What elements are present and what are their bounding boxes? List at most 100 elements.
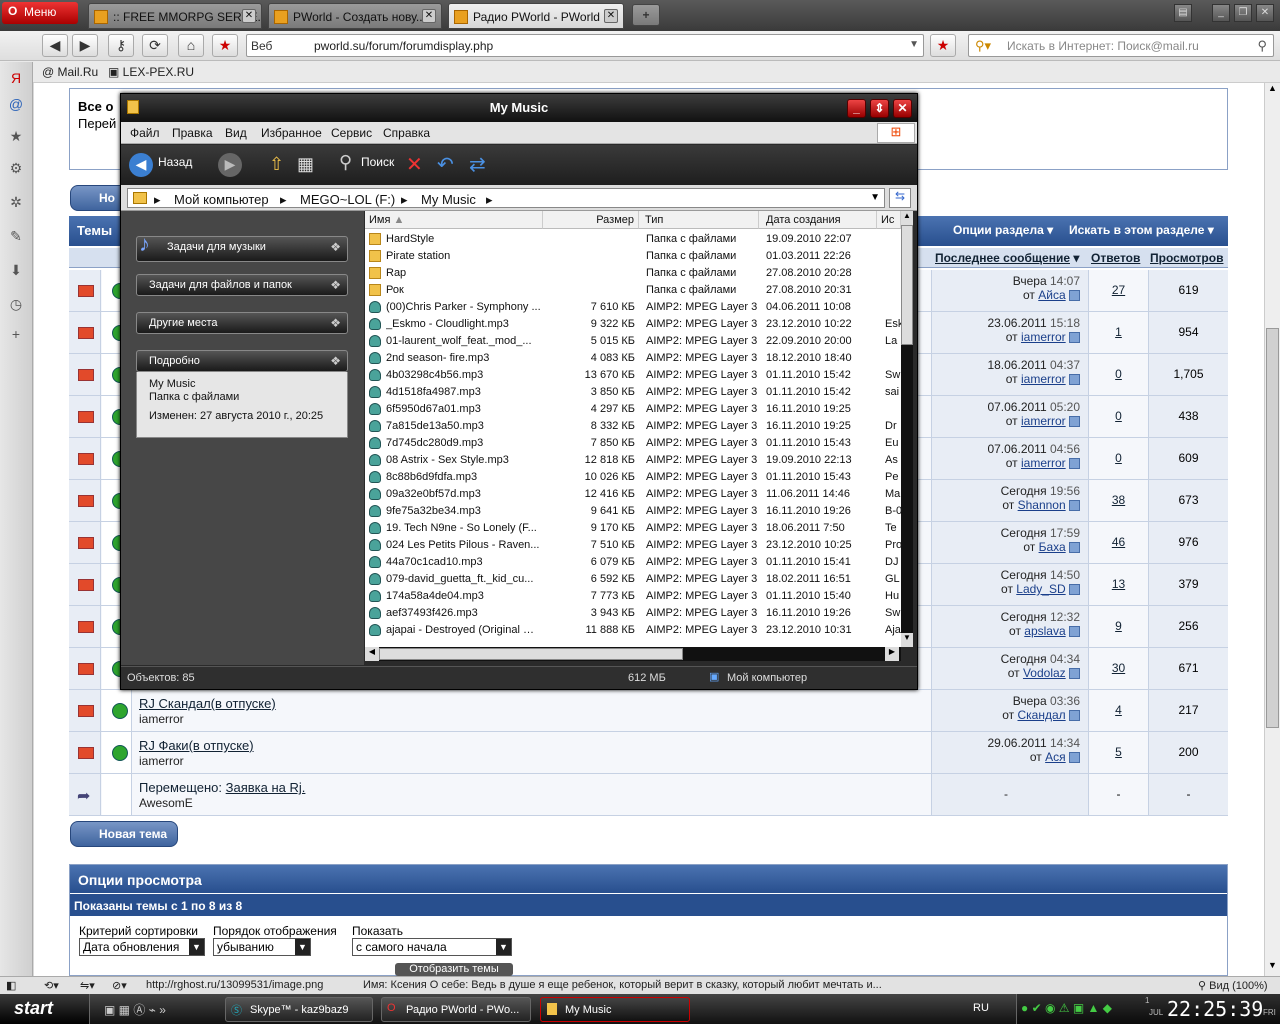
path-dropdown-icon[interactable]: ▼ [870, 192, 880, 203]
replies-link[interactable]: 1 [1115, 325, 1122, 339]
show-select[interactable]: с самого начала ▼ [352, 938, 512, 956]
menu-tools[interactable]: Сервис [331, 126, 372, 140]
minimize-icon[interactable]: _ [847, 99, 866, 118]
last-poster-link[interactable]: Скандал [1017, 708, 1065, 722]
last-poster-link[interactable]: iamerror [1021, 414, 1066, 428]
file-row[interactable]: HardStyle Папка с файлами 19.09.2010 22:07 [365, 231, 901, 248]
last-poster-link[interactable]: Баха [1039, 540, 1066, 554]
go-to-post-icon[interactable] [1069, 752, 1080, 764]
replies-link[interactable]: 13 [1112, 577, 1125, 591]
hscroll-thumb[interactable] [379, 648, 683, 660]
task-details[interactable]: Подробно [136, 350, 348, 372]
search-icon[interactable]: ⚲ [1257, 38, 1267, 54]
moved-thread-link[interactable]: Заявка на Rj. [226, 780, 306, 795]
widgets-icon[interactable]: ⚙ [7, 160, 25, 178]
bookmarks-icon[interactable]: ★ [7, 128, 25, 146]
turbo-icon[interactable]: ⇋▾ [80, 979, 95, 992]
file-row[interactable]: 2nd season- fire.mp3 4 083 КБ AIMP2: MPEG … [365, 350, 901, 367]
task-files-folders[interactable]: Задачи для файлов и папок [136, 274, 348, 296]
file-row[interactable]: 08 Astrix - Sex Style.mp3 12 818 КБ AIMP2:… [365, 452, 901, 469]
file-row[interactable]: 44a70c1cad10.mp3 6 079 КБ AIMP2: MPEG Laye… [365, 554, 901, 571]
crumb-drive[interactable]: MEGO~LOL (F:) [300, 192, 395, 207]
go-to-post-icon[interactable] [1069, 332, 1080, 344]
sort-select[interactable]: Дата обновления ▼ [79, 938, 205, 956]
task-music[interactable]: ♪ Задачи для музыки [136, 231, 348, 262]
language-indicator[interactable]: RU [973, 1002, 989, 1014]
replies-link[interactable]: 4 [1115, 703, 1122, 717]
replies-link[interactable]: 38 [1112, 493, 1125, 507]
search-icon[interactable]: ⚲ [339, 152, 352, 173]
last-poster-link[interactable]: Айса [1038, 288, 1065, 302]
add-panel-icon[interactable]: + [7, 326, 25, 344]
replies-link[interactable]: 0 [1115, 367, 1122, 381]
panel-toggle-icon[interactable]: ◧ [6, 979, 16, 992]
replies-link[interactable]: 0 [1115, 409, 1122, 423]
tab-panel-icon[interactable]: ▤ [1174, 4, 1192, 22]
reload-button[interactable]: ⟳ [142, 34, 168, 57]
home-button[interactable]: ⌂ [178, 34, 204, 57]
file-row[interactable]: 8c88b6d9fdfa.mp3 10 026 КБ AIMP2: MPEG Lay… [365, 469, 901, 486]
last-poster-link[interactable]: Lady_SD [1016, 582, 1065, 596]
file-row[interactable]: 01-laurent_wolf_feat._mod_... 5 015 КБ AIM… [365, 333, 901, 350]
col-name[interactable]: Имя ▲ [365, 211, 543, 229]
go-to-post-icon[interactable] [1069, 290, 1080, 302]
url-field[interactable]: Веб pworld.su/forum/forumdisplay.php ▼ [246, 34, 924, 57]
thread-link[interactable]: RJ Факи(в отпуске) [139, 738, 254, 753]
file-row[interactable]: 6f5950d67a01.mp3 4 297 КБ AIMP2: MPEG Laye… [365, 401, 901, 418]
task-my-music[interactable]: My Music [540, 997, 690, 1022]
bookmark-icon[interactable]: ★ [212, 34, 238, 57]
file-row[interactable]: 7d745dc280d9.mp3 7 850 КБ AIMP2: MPEG Laye… [365, 435, 901, 452]
file-row[interactable]: Рок Папка с файлами 27.08.2010 20:31 [365, 282, 901, 299]
replies-link[interactable]: 0 [1115, 451, 1122, 465]
go-to-post-icon[interactable] [1069, 374, 1080, 386]
file-row[interactable]: 19. Tech N9ne - So Lonely (F... 9 170 КБ A… [365, 520, 901, 537]
delete-icon[interactable]: ✕ [406, 152, 423, 177]
replies-link[interactable]: 9 [1115, 619, 1122, 633]
close-icon[interactable]: ✕ [1256, 4, 1274, 22]
menu-edit[interactable]: Правка [172, 126, 213, 140]
file-list-hscrollbar[interactable]: ◀ ▶ [365, 647, 901, 661]
menu-favorites[interactable]: Избранное [261, 126, 322, 140]
file-row[interactable]: 174a58a4de04.mp3 7 773 КБ AIMP2: MPEG Laye… [365, 588, 901, 605]
dropdown-arrow-icon[interactable]: ▼ [189, 939, 204, 955]
maximize-icon[interactable]: ⇕ [870, 99, 889, 118]
tab-pworld-create[interactable]: PWorld - Создать нову... ✕ [268, 3, 442, 29]
file-row[interactable]: ajapai - Destroyed (Original M... 11 888 … [365, 622, 901, 639]
notes-icon[interactable]: ✎ [7, 228, 25, 246]
scroll-up-icon[interactable]: ▲ [1266, 83, 1279, 97]
col-replies-link[interactable]: Ответов [1091, 251, 1140, 265]
start-button[interactable]: start [0, 994, 90, 1024]
sync-icon[interactable]: ⇄ [469, 152, 486, 177]
close-icon[interactable]: ✕ [893, 99, 912, 118]
col-type[interactable]: Тип [639, 211, 759, 229]
close-tab-icon[interactable]: ✕ [604, 9, 618, 23]
undo-icon[interactable]: ↶ [437, 152, 454, 177]
last-poster-link[interactable]: apslava [1024, 624, 1065, 638]
last-poster-link[interactable]: iamerror [1021, 456, 1066, 470]
block-icon[interactable]: ⊘▾ [112, 979, 127, 992]
task-other-places[interactable]: Другие места [136, 312, 348, 334]
go-to-post-icon[interactable] [1069, 542, 1080, 554]
go-to-post-icon[interactable] [1069, 458, 1080, 470]
back-label[interactable]: Назад [158, 155, 192, 169]
file-row[interactable]: 09a32e0bf57d.mp3 12 416 КБ AIMP2: MPEG Lay… [365, 486, 901, 503]
mail-icon[interactable]: @ [7, 96, 25, 114]
scroll-up-icon[interactable]: ▲ [901, 211, 913, 225]
add-bookmark-icon[interactable]: ★ [930, 34, 956, 57]
new-tab-button[interactable]: + [632, 4, 660, 26]
file-row[interactable]: 024 Les Petits Pilous - Raven... 7 510 КБ… [365, 537, 901, 554]
menu-file[interactable]: Файл [130, 126, 160, 140]
task-opera[interactable]: O Радио PWorld - PWo... [381, 997, 531, 1022]
sync-icon[interactable]: ⟲▾ [44, 979, 59, 992]
new-thread-button[interactable]: Новая тема [70, 821, 178, 847]
history-icon[interactable]: ◷ [7, 296, 25, 314]
forward-arrow-icon[interactable]: ▶ [218, 153, 242, 177]
close-tab-icon[interactable]: ✕ [422, 9, 436, 23]
tab-mmorpg[interactable]: :: FREE MMORPG SERVE... ✕ [88, 3, 262, 29]
col-last-post[interactable]: Последнее сообщение ▾ [935, 251, 1079, 265]
col-last-post-link[interactable]: Последнее сообщение [935, 251, 1070, 265]
scroll-thumb[interactable] [1266, 328, 1279, 728]
last-poster-link[interactable]: iamerror [1021, 330, 1066, 344]
show-threads-button[interactable]: Отобразить темы [395, 963, 513, 976]
tray-icons[interactable]: ● ✔ ◉ ⚠ ▣ ▲ ◆ [1021, 1001, 1112, 1015]
